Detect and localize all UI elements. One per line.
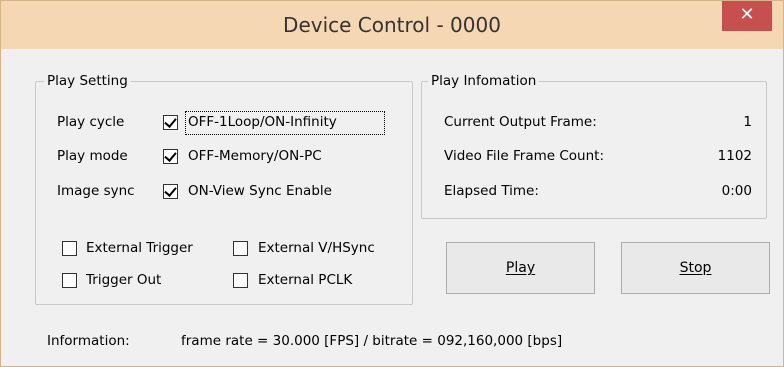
client-area: Play Setting Play cycle OFF-1Loop/ON-Inf… bbox=[9, 49, 775, 359]
play-button[interactable]: Play bbox=[446, 242, 595, 294]
elapsed-time-label: Elapsed Time: bbox=[444, 183, 539, 199]
video-frame-count-label: Video File Frame Count: bbox=[444, 148, 604, 164]
image-sync-checkbox[interactable] bbox=[163, 184, 178, 199]
title-bar[interactable]: Device Control - 0000 ✕ bbox=[1, 1, 783, 49]
external-pclk-checkbox[interactable] bbox=[233, 273, 248, 288]
window-title: Device Control - 0000 bbox=[283, 13, 501, 37]
stop-button-label: Stop bbox=[679, 260, 712, 276]
play-mode-label: Play mode bbox=[57, 148, 128, 164]
external-pclk-label[interactable]: External PCLK bbox=[258, 270, 352, 290]
play-info-group-label: Play Infomation bbox=[428, 72, 540, 90]
current-output-frame-label: Current Output Frame: bbox=[444, 114, 597, 130]
external-trigger-label[interactable]: External Trigger bbox=[86, 238, 193, 258]
play-mode-option[interactable]: OFF-Memory/ON-PC bbox=[188, 146, 322, 166]
close-icon: ✕ bbox=[739, 4, 755, 25]
image-sync-label: Image sync bbox=[57, 183, 135, 199]
external-vhsync-label[interactable]: External V/HSync bbox=[258, 238, 375, 258]
image-sync-option[interactable]: ON-View Sync Enable bbox=[188, 181, 332, 201]
trigger-out-label[interactable]: Trigger Out bbox=[86, 270, 161, 290]
play-setting-group: Play Setting Play cycle OFF-1Loop/ON-Inf… bbox=[35, 72, 413, 305]
current-output-frame-value: 1 bbox=[743, 114, 752, 130]
play-cycle-option[interactable]: OFF-1Loop/ON-Infinity bbox=[188, 112, 337, 132]
play-info-group: Play Infomation Current Output Frame: 1 … bbox=[421, 72, 767, 219]
play-cycle-label: Play cycle bbox=[57, 114, 125, 130]
information-text: frame rate = 30.000 [FPS] / bitrate = 09… bbox=[181, 333, 563, 349]
play-setting-group-label: Play Setting bbox=[44, 72, 131, 90]
device-control-window: Device Control - 0000 ✕ Play Setting Pla… bbox=[0, 0, 784, 367]
information-label: Information: bbox=[47, 333, 130, 349]
elapsed-time-value: 0:00 bbox=[721, 183, 752, 199]
play-mode-checkbox[interactable] bbox=[163, 149, 178, 164]
external-trigger-checkbox[interactable] bbox=[62, 241, 77, 256]
play-cycle-checkbox[interactable] bbox=[163, 115, 178, 130]
trigger-out-checkbox[interactable] bbox=[62, 273, 77, 288]
play-button-label: Play bbox=[505, 260, 536, 276]
video-frame-count-value: 1102 bbox=[717, 148, 752, 164]
close-button[interactable]: ✕ bbox=[722, 1, 772, 31]
external-vhsync-checkbox[interactable] bbox=[233, 241, 248, 256]
stop-button[interactable]: Stop bbox=[621, 242, 770, 294]
